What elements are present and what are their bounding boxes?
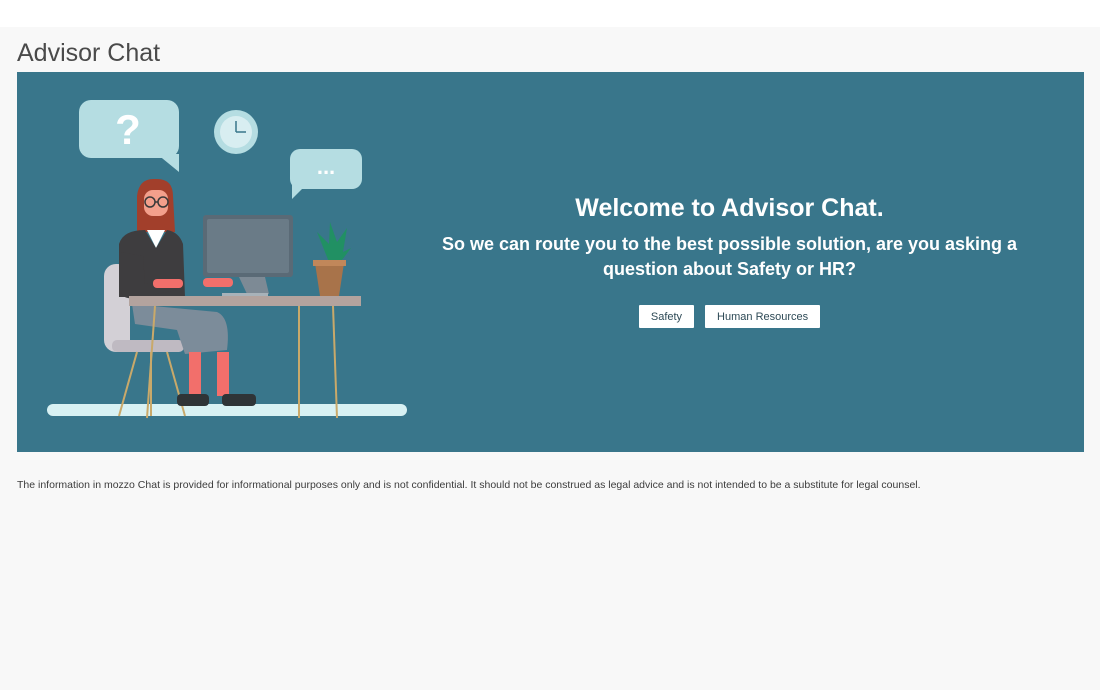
plant-icon: [313, 222, 351, 296]
welcome-title: Welcome to Advisor Chat.: [575, 194, 884, 222]
advisor-illustration: ? ...: [47, 100, 407, 419]
welcome-banner: ? ... Welcome to Advisor Chat. So we can…: [17, 72, 1084, 452]
question-bubble-icon: ?: [79, 100, 179, 172]
welcome-question: So we can route you to the best possible…: [441, 234, 1018, 279]
page-title: Advisor Chat: [17, 39, 161, 67]
typing-bubble-icon: ...: [290, 149, 362, 199]
safety-button[interactable]: Safety: [638, 305, 695, 328]
top-bar: [0, 0, 1100, 27]
clock-icon: [214, 110, 258, 154]
person-figure: [119, 178, 256, 406]
question-mark: ?: [115, 106, 141, 153]
welcome-content: Welcome to Advisor Chat. So we can route…: [427, 192, 1032, 328]
dots-text: ...: [317, 154, 335, 179]
topic-buttons: Safety Human Resources: [427, 305, 1032, 328]
human-resources-button[interactable]: Human Resources: [705, 305, 821, 328]
disclaimer-text: The information in mozzo Chat is provide…: [17, 479, 921, 491]
